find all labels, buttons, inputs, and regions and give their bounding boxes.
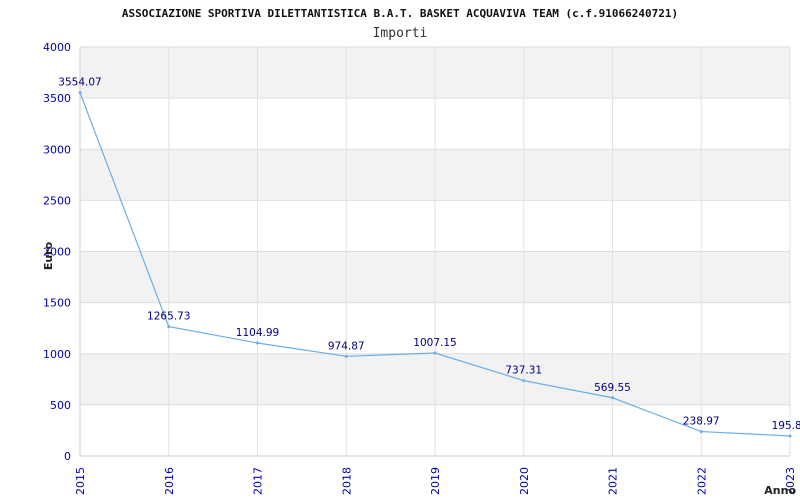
data-label: 974.87: [328, 340, 365, 352]
y-tick-label: 500: [50, 399, 71, 412]
y-tick-label: 1500: [43, 297, 71, 310]
x-tick-label: 2017: [252, 467, 265, 495]
x-tick-label: 2019: [429, 467, 442, 495]
y-tick-label: 1000: [43, 348, 71, 361]
y-tick-label: 3500: [43, 92, 71, 105]
data-label: 195.87: [772, 420, 800, 432]
data-point: [78, 91, 82, 95]
x-tick-label: 2022: [695, 467, 708, 495]
data-label: 1265.73: [147, 311, 190, 323]
data-point: [522, 379, 526, 383]
x-tick-labels: 2015 2016 2017 2018 2019 2020 2021 2022 2023: [74, 467, 797, 495]
x-tick-label: 2021: [607, 467, 620, 495]
line-chart: 05001000150020002500300035004000 2015 201…: [42, 7, 800, 497]
data-point: [699, 430, 703, 434]
y-tick-label: 3000: [43, 143, 71, 156]
x-tick-label: 2016: [163, 467, 176, 495]
x-tick-label: 2015: [74, 467, 87, 495]
y-axis-label: Euro: [42, 241, 55, 270]
data-label: 737.31: [505, 365, 542, 377]
data-label: 238.97: [683, 416, 720, 428]
data-label: 569.55: [594, 382, 631, 394]
data-point: [167, 325, 171, 329]
data-point: [611, 396, 614, 400]
data-point: [433, 351, 437, 355]
x-axis-label: Anno: [764, 484, 796, 497]
data-label: 3554.07: [58, 77, 101, 89]
y-tick-label: 0: [64, 450, 71, 463]
y-tick-label: 2500: [43, 194, 71, 207]
chart-title: ASSOCIAZIONE SPORTIVA DILETTANTISTICA B.…: [122, 7, 678, 20]
data-label: 1007.15: [413, 337, 456, 349]
data-point: [256, 341, 259, 345]
x-tick-label: 2018: [340, 467, 353, 495]
chart-subtitle: Importi: [373, 26, 428, 41]
data-point: [344, 354, 348, 358]
x-tick-label: 2020: [518, 467, 531, 495]
y-tick-label: 4000: [43, 41, 71, 54]
data-point: [788, 434, 792, 438]
data-label: 1104.99: [236, 327, 279, 339]
